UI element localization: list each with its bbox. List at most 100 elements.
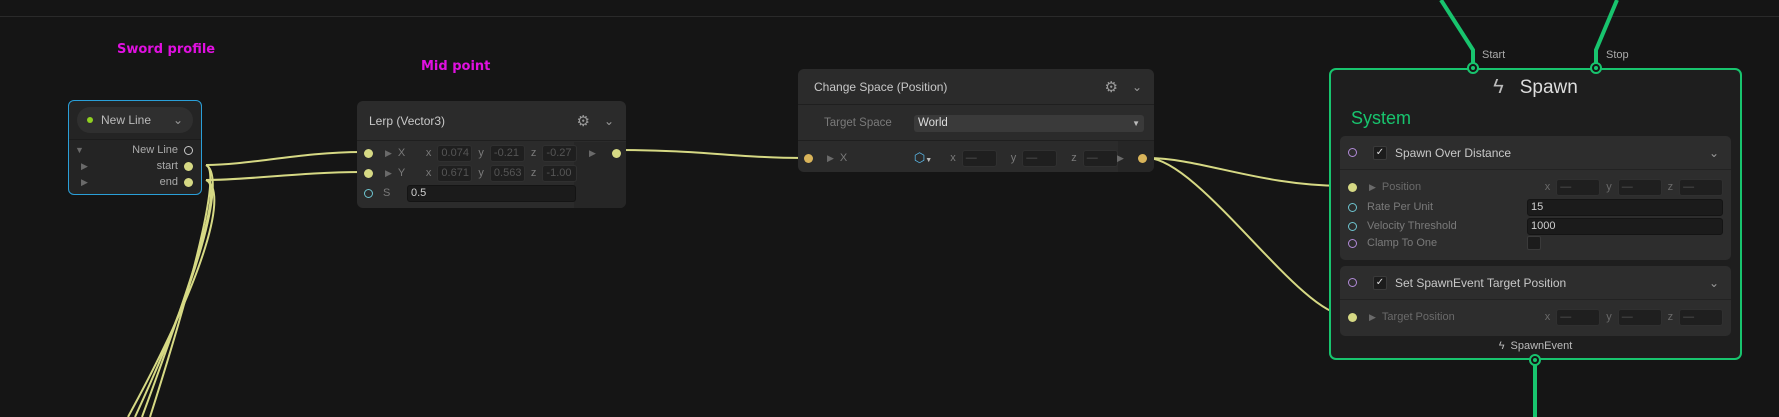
start-port-label: Start <box>1482 49 1506 61</box>
output-event-label: SpawnEvent <box>1510 340 1573 352</box>
input-rate-per-unit: Rate Per Unit 15 <box>1348 198 1723 216</box>
expand-triangle-icon[interactable]: ▼ <box>75 145 84 155</box>
output-port[interactable] <box>611 148 621 158</box>
input-port[interactable] <box>1348 202 1357 212</box>
z-field[interactable]: — <box>1082 149 1118 167</box>
rate-per-unit-field[interactable]: 15 <box>1527 198 1723 216</box>
expand-triangle-icon[interactable]: ▶ <box>385 168 392 179</box>
context-type-label: System <box>1351 108 1412 128</box>
y-field[interactable]: -0.21 <box>489 144 525 162</box>
expand-triangle-icon[interactable]: ▶ <box>1369 312 1376 323</box>
expand-triangle-icon[interactable]: ▶ <box>385 148 392 159</box>
output-port[interactable] <box>184 177 193 187</box>
spawn-event-flow-port[interactable] <box>1529 354 1541 366</box>
expand-triangle-icon[interactable]: ▶ <box>589 148 596 159</box>
sticky-note-mid-point[interactable]: Mid point <box>421 59 490 74</box>
target-space-dropdown[interactable]: World ▼ <box>914 114 1144 132</box>
y-field[interactable]: 0.563 <box>489 164 525 182</box>
input-port[interactable] <box>1348 221 1357 231</box>
target-space-setting: Target Space World ▼ <box>824 114 1144 132</box>
y-field[interactable]: — <box>1617 178 1662 196</box>
y-field[interactable]: — <box>1617 308 1662 326</box>
x-field[interactable]: — <box>1556 178 1601 196</box>
wire-down-2 <box>141 179 213 417</box>
space-cube-icon[interactable]: ⬡▼ <box>914 150 932 166</box>
axis-label: y <box>478 147 484 159</box>
output-result: ▶ <box>1117 149 1147 167</box>
input-y: ▶ Y x 0.671 y 0.563 z -1.00 <box>364 164 578 182</box>
input-port[interactable] <box>1348 312 1357 322</box>
x-field[interactable]: — <box>961 149 997 167</box>
sticky-note-sword-profile[interactable]: Sword profile <box>117 42 215 57</box>
velocity-threshold-field[interactable]: 1000 <box>1527 217 1723 235</box>
input-velocity-threshold: Velocity Threshold 1000 <box>1348 217 1723 235</box>
block-header[interactable]: ✓ Spawn Over Distance ⌄ <box>1340 136 1731 170</box>
input-port[interactable] <box>364 148 373 158</box>
input-port[interactable] <box>1348 238 1357 248</box>
change-space-node[interactable]: Change Space (Position) ⚙ ⌄ Target Space … <box>798 69 1154 172</box>
axis-label: x <box>1544 311 1551 323</box>
axis-label: x <box>425 167 432 179</box>
chevron-down-icon[interactable]: ⌄ <box>1709 146 1719 160</box>
block-header[interactable]: ✓ Set SpawnEvent Target Position ⌄ <box>1340 266 1731 300</box>
axis-label: y <box>478 167 484 179</box>
output-port[interactable] <box>184 145 193 155</box>
clamp-to-one-checkbox[interactable] <box>1527 236 1541 250</box>
x-field[interactable]: 0.671 <box>437 164 473 182</box>
x-field[interactable]: 0.074 <box>437 144 473 162</box>
chevron-down-icon[interactable]: ⌄ <box>173 113 183 127</box>
gear-icon[interactable]: ⚙ <box>576 112 589 130</box>
chevron-down-icon[interactable]: ⌄ <box>604 114 614 128</box>
chevron-down-icon[interactable]: ⌄ <box>1132 80 1142 94</box>
activation-port[interactable] <box>1348 148 1357 157</box>
y-field[interactable]: — <box>1022 149 1058 167</box>
input-position: ▶ Position x — y — z — <box>1348 178 1723 196</box>
input-x: ▶ X x 0.074 y -0.21 z -0.27 <box>364 144 578 162</box>
input-port[interactable] <box>364 168 373 178</box>
x-field[interactable]: — <box>1556 308 1601 326</box>
output-port[interactable] <box>1137 153 1147 163</box>
axis-label: z <box>1667 311 1674 323</box>
new-line-node[interactable]: New Line ⌄ ▼ New Line ▶ start ▶ end <box>68 100 202 195</box>
enabled-checkbox[interactable]: ✓ <box>1373 145 1387 160</box>
expand-triangle-icon[interactable]: ▶ <box>1117 153 1124 164</box>
chevron-down-icon[interactable]: ⌄ <box>1709 276 1719 290</box>
start-flow-port[interactable] <box>1467 62 1479 74</box>
port-label: end <box>159 176 178 188</box>
z-field[interactable]: — <box>1679 178 1723 196</box>
node-title: New Line <box>101 113 152 127</box>
input-port[interactable] <box>1348 182 1357 192</box>
block-set-target-position[interactable]: ✓ Set SpawnEvent Target Position ⌄ ▶ Tar… <box>1340 266 1731 336</box>
z-field[interactable]: -0.27 <box>542 144 578 162</box>
gear-icon[interactable]: ⚙ <box>1104 78 1117 96</box>
new-line-header[interactable]: New Line ⌄ <box>77 107 193 133</box>
input-clamp-to-one: Clamp To One <box>1348 234 1723 252</box>
block-spawn-over-distance[interactable]: ✓ Spawn Over Distance ⌄ ▶ Position x — y —… <box>1340 136 1731 260</box>
lightning-icon: ϟ <box>1493 76 1504 98</box>
input-port[interactable] <box>364 188 373 198</box>
z-field[interactable]: -1.00 <box>542 164 578 182</box>
stop-flow-port[interactable] <box>1590 62 1602 74</box>
dropdown-arrow-icon: ▼ <box>1132 118 1140 128</box>
dropdown-value: World <box>918 117 948 129</box>
activation-port[interactable] <box>1348 278 1357 287</box>
context-title: Spawn <box>1519 76 1578 98</box>
node-header[interactable]: Lerp (Vector3) ⚙ ⌄ <box>357 101 626 141</box>
input-x: ▶ X ⬡▼ x — y — z — <box>804 149 1118 167</box>
lerp-node[interactable]: Lerp (Vector3) ⚙ ⌄ ▶ X x 0.074 y -0.21 z -0.… <box>357 101 626 208</box>
spawn-context[interactable]: ϟ Spawn System ✓ Spawn Over Distance ⌄ ▶… <box>1329 68 1742 360</box>
port-label: Position <box>1381 181 1422 193</box>
node-header[interactable]: Change Space (Position) ⚙ ⌄ <box>798 69 1154 105</box>
port-label: Rate Per Unit <box>1367 201 1434 213</box>
s-field[interactable]: 0.5 <box>407 184 576 202</box>
wire-start-to-x <box>205 151 363 166</box>
output-port[interactable] <box>184 161 193 171</box>
enabled-checkbox[interactable]: ✓ <box>1373 275 1387 290</box>
expand-triangle-icon[interactable]: ▶ <box>81 161 88 172</box>
expand-triangle-icon[interactable]: ▶ <box>827 153 834 164</box>
expand-triangle-icon[interactable]: ▶ <box>81 177 88 188</box>
expand-triangle-icon[interactable]: ▶ <box>1369 182 1376 193</box>
z-field[interactable]: — <box>1679 308 1723 326</box>
input-target-position: ▶ Target Position x — y — z — <box>1348 308 1723 326</box>
input-port[interactable] <box>804 153 813 163</box>
